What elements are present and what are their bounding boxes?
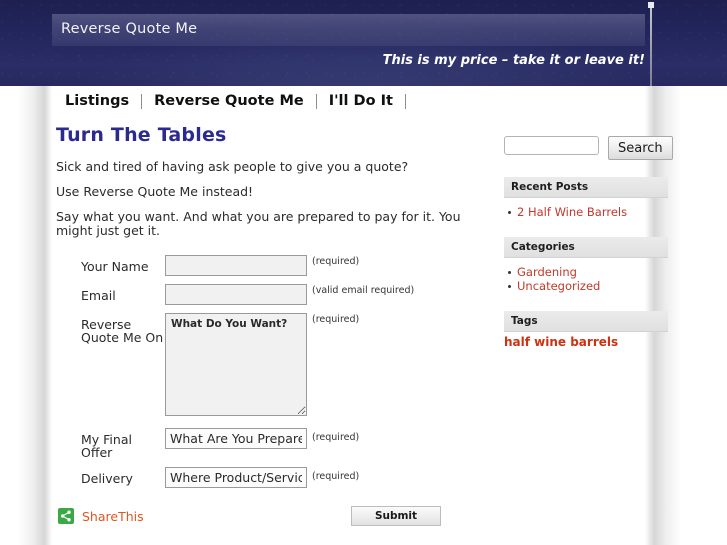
hint-email: (valid email required) (312, 285, 415, 296)
tag-link-half-wine-barrels[interactable]: half wine barrels (504, 335, 674, 349)
nav-separator (404, 93, 406, 109)
your-name-input[interactable] (165, 255, 307, 276)
sidebar: Search Recent Posts 2 Half Wine Barrels … (504, 136, 674, 349)
nav-item-listings[interactable]: Listings (52, 93, 141, 109)
categories-list: Gardening Uncategorized (504, 265, 674, 294)
share-icon (58, 508, 74, 524)
form-row-reverse-quote-me-on: Reverse Quote Me On What Do You Want? (r… (56, 313, 476, 420)
label-your-name: Your Name (81, 259, 149, 274)
field-delivery-wrap (165, 467, 307, 488)
reverse-quote-me-on-textarea[interactable]: What Do You Want? (165, 313, 307, 416)
widget-tags: Tags half wine barrels (504, 310, 674, 349)
delivery-input[interactable] (165, 467, 307, 488)
category-link-gardening[interactable]: Gardening (517, 265, 577, 279)
hint-my-final-offer: (required) (312, 432, 360, 443)
intro-paragraph-2: Use Reverse Quote Me instead! (56, 184, 254, 199)
field-email-wrap (165, 284, 307, 305)
list-item[interactable]: Gardening (508, 265, 674, 280)
site-header: Reverse Quote Me This is my price – take… (0, 0, 727, 86)
recent-post-link[interactable]: 2 Half Wine Barrels (517, 205, 627, 219)
widget-title-recent-posts: Recent Posts (504, 177, 668, 198)
widget-title-tags: Tags (504, 310, 668, 332)
hint-your-name: (required) (312, 256, 360, 267)
submit-button[interactable]: Submit (351, 506, 441, 526)
search-input[interactable] (504, 136, 599, 155)
label-reverse-quote-me-on: Reverse Quote Me On (81, 317, 164, 345)
label-delivery: Delivery (81, 471, 133, 486)
form-row-your-name: Your Name (required) (56, 255, 476, 276)
widget-categories: Categories Gardening Uncategorized (504, 236, 674, 294)
flagpole-knob-icon (648, 2, 654, 8)
site-title-bar: Reverse Quote Me (52, 14, 645, 46)
search-widget: Search (504, 136, 674, 160)
sharethis-widget[interactable]: ShareThis (58, 508, 144, 524)
label-my-final-offer: My Final Offer (81, 432, 132, 460)
widget-title-categories: Categories (504, 236, 668, 258)
page-root: Reverse Quote Me This is my price – take… (0, 0, 727, 545)
content-shadow-left (18, 86, 52, 545)
nav-item-ill-do-it[interactable]: I'll Do It (317, 93, 405, 109)
site-tagline: This is my price – take it or leave it! (382, 53, 645, 68)
category-link-uncategorized[interactable]: Uncategorized (517, 279, 600, 293)
recent-posts-list: 2 Half Wine Barrels (504, 205, 674, 220)
form-row-my-final-offer: My Final Offer (required) (56, 428, 476, 459)
form-row-email: Email (valid email required) (56, 284, 476, 305)
field-your-name-wrap (165, 255, 307, 276)
submit-row: Submit (351, 504, 476, 526)
nav-item-reverse-quote-me[interactable]: Reverse Quote Me (142, 93, 316, 109)
sharethis-label[interactable]: ShareThis (82, 509, 144, 524)
my-final-offer-input[interactable] (165, 428, 307, 449)
field-my-final-offer-wrap (165, 428, 307, 449)
flagpole-decoration (650, 6, 652, 86)
main-content: Turn The Tables Sick and tired of having… (56, 124, 476, 526)
label-email: Email (81, 288, 116, 303)
search-button[interactable]: Search (608, 136, 673, 160)
reverse-quote-form: Your Name (required) Email (valid email … (56, 255, 476, 526)
list-item[interactable]: 2 Half Wine Barrels (508, 205, 674, 220)
widget-recent-posts: Recent Posts 2 Half Wine Barrels (504, 177, 674, 220)
form-row-delivery: Delivery (required) (56, 467, 476, 488)
page-title: Turn The Tables (56, 124, 227, 146)
email-input[interactable] (165, 284, 307, 305)
hint-reverse-quote-me-on: (required) (312, 314, 360, 325)
primary-navigation: Listings Reverse Quote Me I'll Do It (52, 88, 645, 114)
field-reverse-quote-me-on-wrap: What Do You Want? (165, 313, 307, 420)
intro-paragraph-3: Say what you want. And what you are prep… (56, 209, 461, 238)
hint-delivery: (required) (312, 471, 360, 482)
site-title[interactable]: Reverse Quote Me (61, 21, 197, 37)
intro-paragraph-1: Sick and tired of having ask people to g… (56, 159, 409, 174)
list-item[interactable]: Uncategorized (508, 279, 674, 294)
